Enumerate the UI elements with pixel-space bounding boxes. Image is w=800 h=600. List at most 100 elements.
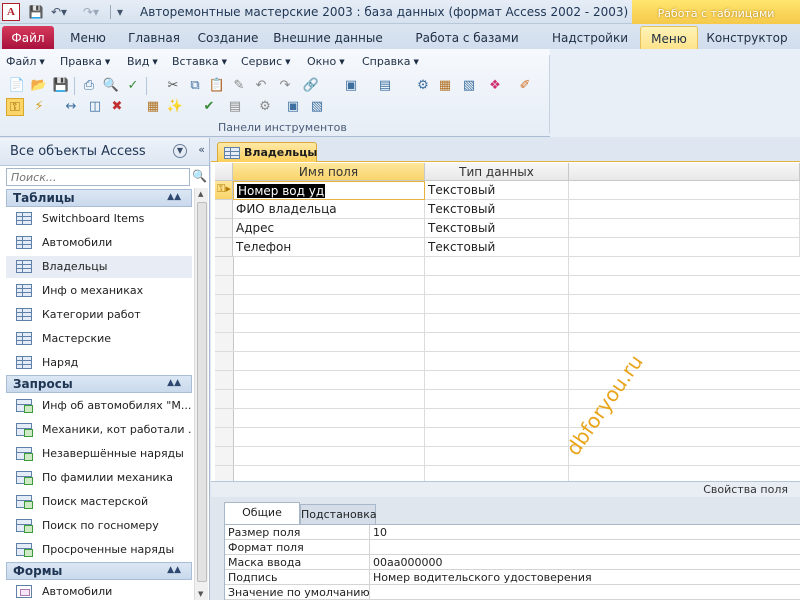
data-type-cell[interactable]: Текстовый [425,219,569,238]
tab-menu[interactable]: Меню [640,26,698,49]
scroll-down-icon[interactable]: ▼ [198,590,203,598]
nav-item-query-find-workshop[interactable]: Поиск мастерской [6,491,192,513]
property-row[interactable]: Подпись Номер водительского удостоверения [225,570,800,585]
nav-item-workshops[interactable]: Мастерские [6,328,192,350]
cut-icon[interactable]: ✂ [164,77,182,95]
tab-design[interactable]: Конструктор [700,26,794,49]
menu-file[interactable]: Файл ▼ [6,55,45,68]
nav-item-query-mechanics[interactable]: Механики, кот работали ... [6,419,192,441]
description-cell[interactable] [569,200,800,219]
relationships-icon[interactable]: ▧ [460,77,478,95]
row-selector-current[interactable]: ⚿▸ [215,181,233,200]
primary-key-icon[interactable]: ⚿ [6,98,24,116]
object-dependencies-icon[interactable]: ▧ [308,98,326,116]
document-tab-owners[interactable]: Владельцы [217,142,317,162]
description-cell[interactable] [569,219,800,238]
office-links-icon[interactable]: ▣ [342,77,360,95]
tab-file[interactable]: Файл [2,26,54,49]
copy-icon[interactable]: ⧉ [186,77,204,95]
open-folder-icon[interactable]: 📂 [30,77,48,95]
analyze-icon[interactable]: ▤ [376,77,394,95]
nav-group-queries[interactable]: Запросы ▲▲ [6,375,192,393]
tab-external-data[interactable]: Внешние данные [268,26,388,49]
scrollbar-thumb[interactable] [197,202,207,582]
tab-create[interactable]: Создание [192,26,264,49]
data-type-cell[interactable]: Текстовый [425,181,569,200]
column-header-description[interactable] [569,163,800,181]
nav-item-query-unfinished[interactable]: Незавершённые наряды [6,443,192,465]
nav-group-forms[interactable]: Формы ▲▲ [6,562,192,580]
field-name-cell[interactable]: Адрес [233,219,425,238]
save-icon[interactable]: 💾 [28,3,44,21]
nav-item-cars[interactable]: Автомобили [6,232,192,254]
column-header-data-type[interactable]: Тип данных [425,163,569,181]
row-selector[interactable] [215,200,233,219]
nav-group-tables[interactable]: Таблицы ▲▲ [6,189,192,207]
nav-item-owners[interactable]: Владельцы [6,256,192,278]
property-row[interactable]: Значение по умолчанию [225,585,800,600]
tab-lookup[interactable]: Подстановка [300,504,377,524]
property-row[interactable]: Размер поля 10 [225,525,800,540]
delete-rows-icon[interactable]: ◫ [86,98,104,116]
row-selector[interactable] [215,238,233,257]
property-row[interactable]: Формат поля [225,540,800,555]
redo-icon[interactable]: ↷▾ [80,3,102,21]
scroll-up-icon[interactable]: ▲ [198,190,203,198]
indexes-icon[interactable]: ⚡ [30,98,48,116]
test-validation-icon[interactable]: ✔ [200,98,218,116]
nav-pane-header[interactable]: Все объекты Access ▼ « [0,138,209,166]
print-icon[interactable]: ⎙ [80,77,98,95]
field-name-cell[interactable]: Телефон [233,238,425,257]
data-type-cell[interactable]: Текстовый [425,238,569,257]
customize-qat-icon[interactable]: ▾ [114,3,126,21]
row-selector[interactable] [215,219,233,238]
nav-item-form-cars[interactable]: Автомобили [6,581,192,600]
menu-help[interactable]: Справка ▼ [362,55,419,68]
undo-icon[interactable]: ↶▾ [48,3,70,21]
property-row[interactable]: Маска ввода 00аа000000 [225,555,800,570]
nav-scrollbar[interactable]: ▲ ▼ [194,188,208,600]
menu-edit[interactable]: Правка ▼ [60,55,110,68]
menu-view[interactable]: Вид ▼ [127,55,158,68]
column-header-field-name[interactable]: Имя поля [233,163,425,181]
nav-item-mechanics-info[interactable]: Инф о механиках [6,280,192,302]
select-all-corner[interactable] [215,163,233,181]
tab-general[interactable]: Общие [224,502,300,524]
macro-icon[interactable]: ⚙ [256,98,274,116]
undo-toolbar-icon[interactable]: ↶ [252,77,270,95]
nav-item-query-by-plate[interactable]: Поиск по госномеру [6,515,192,537]
properties-icon[interactable]: ▦ [436,77,454,95]
paste-icon[interactable]: 📋 [208,77,226,95]
builder-icon[interactable]: ✨ [166,98,184,116]
field-name-cell[interactable]: ФИО владельца [233,200,425,219]
code-icon[interactable]: ⚙ [414,77,432,95]
delete-field-icon[interactable]: ✖ [108,98,126,116]
description-cell[interactable] [569,181,800,200]
save-icon-toolbar[interactable]: 💾 [52,77,70,95]
collapse-pane-icon[interactable]: « [198,143,205,156]
new-file-icon[interactable]: 📄 [8,77,26,95]
new-object-icon[interactable]: ❖ [486,77,504,95]
data-type-cell[interactable]: Текстовый [425,200,569,219]
field-name-cell[interactable]: Номер вод уд [233,181,425,200]
spelling-icon[interactable]: ✓ [124,77,142,95]
insert-rows-icon[interactable]: ↔ [62,98,80,116]
description-cell[interactable] [569,238,800,257]
nav-search-input[interactable] [6,168,190,186]
lookup-icon[interactable]: ▤ [226,98,244,116]
print-preview-icon[interactable]: 🔍 [102,77,120,95]
format-painter-icon[interactable]: ✎ [230,77,248,95]
nav-item-query-overdue[interactable]: Просроченные наряды [6,539,192,561]
search-icon[interactable]: 🔍 [192,169,207,183]
tab-menu-addin[interactable]: Меню [60,26,116,49]
hyperlink-icon[interactable]: 🔗 [302,77,320,95]
tab-addins[interactable]: Надстройки [546,26,634,49]
tab-database-tools[interactable]: Работа с базами данных [392,26,542,59]
dependencies-icon[interactable]: ▣ [284,98,302,116]
chevron-down-icon[interactable]: ▼ [173,144,187,158]
build-icon[interactable]: ✐ [516,77,534,95]
tab-home[interactable]: Главная [120,26,188,49]
nav-item-switchboard-items[interactable]: Switchboard Items [6,208,192,230]
nav-item-work-categories[interactable]: Категории работ [6,304,192,326]
menu-window[interactable]: Окно ▼ [307,55,345,68]
